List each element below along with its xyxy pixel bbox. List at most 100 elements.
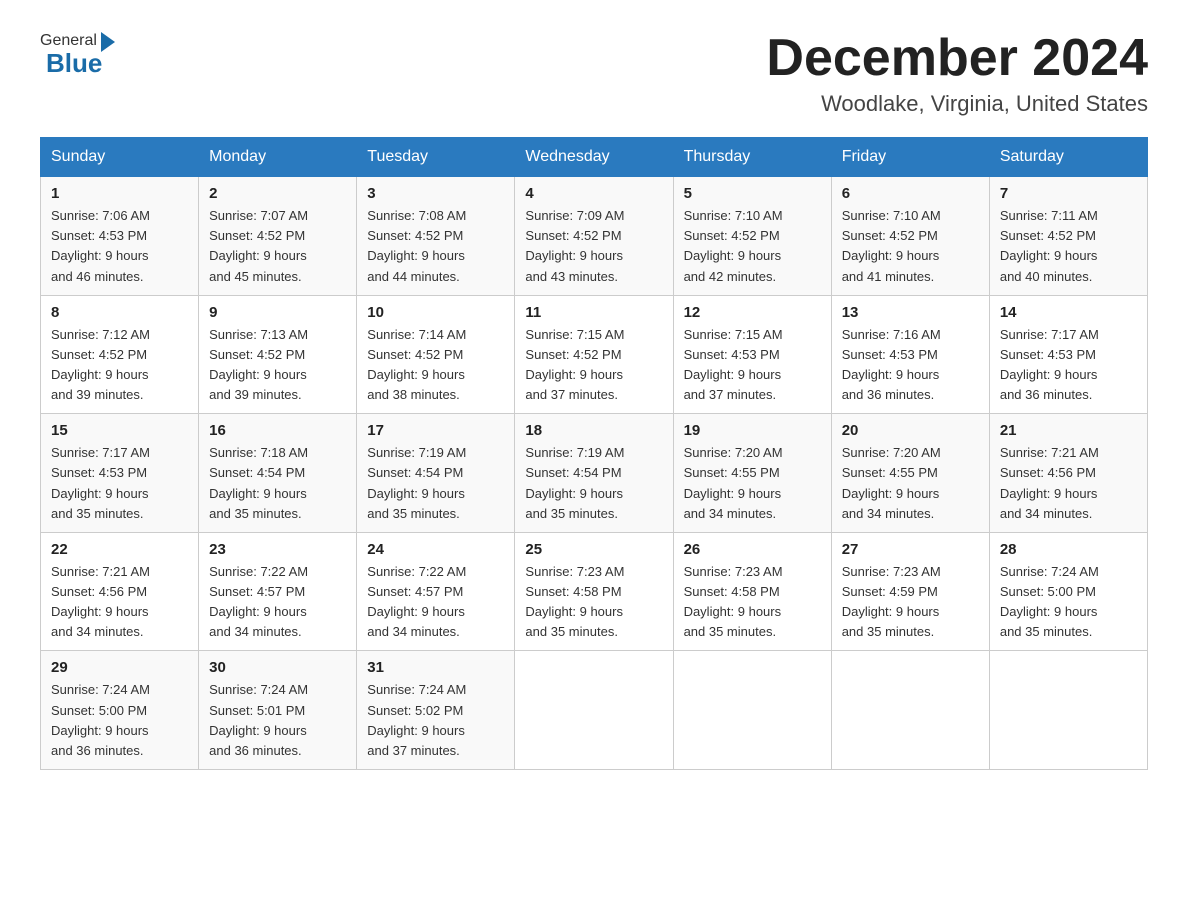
day-info: Sunrise: 7:16 AMSunset: 4:53 PMDaylight:… — [842, 325, 979, 406]
day-info: Sunrise: 7:10 AMSunset: 4:52 PMDaylight:… — [684, 206, 821, 287]
day-info: Sunrise: 7:17 AMSunset: 4:53 PMDaylight:… — [51, 443, 188, 524]
day-cell: 3 Sunrise: 7:08 AMSunset: 4:52 PMDaylight… — [357, 177, 515, 296]
day-number: 29 — [51, 659, 188, 676]
week-row-1: 1 Sunrise: 7:06 AMSunset: 4:53 PMDaylight… — [41, 177, 1148, 296]
day-number: 18 — [525, 422, 662, 439]
day-info: Sunrise: 7:24 AMSunset: 5:00 PMDaylight:… — [1000, 562, 1137, 643]
day-number: 10 — [367, 304, 504, 321]
day-cell: 15 Sunrise: 7:17 AMSunset: 4:53 PMDayligh… — [41, 414, 199, 533]
day-cell: 13 Sunrise: 7:16 AMSunset: 4:53 PMDayligh… — [831, 295, 989, 414]
day-cell: 4 Sunrise: 7:09 AMSunset: 4:52 PMDaylight… — [515, 177, 673, 296]
day-info: Sunrise: 7:19 AMSunset: 4:54 PMDaylight:… — [367, 443, 504, 524]
week-row-4: 22Sunrise: 7:21 AMSunset: 4:56 PMDayligh… — [41, 532, 1148, 651]
day-number: 21 — [1000, 422, 1137, 439]
day-cell: 27Sunrise: 7:23 AMSunset: 4:59 PMDayligh… — [831, 532, 989, 651]
day-header-sunday: Sunday — [41, 138, 199, 177]
day-cell: 20Sunrise: 7:20 AMSunset: 4:55 PMDayligh… — [831, 414, 989, 533]
day-header-tuesday: Tuesday — [357, 138, 515, 177]
day-cell: 1 Sunrise: 7:06 AMSunset: 4:53 PMDaylight… — [41, 177, 199, 296]
day-cell: 9 Sunrise: 7:13 AMSunset: 4:52 PMDaylight… — [199, 295, 357, 414]
day-info: Sunrise: 7:13 AMSunset: 4:52 PMDaylight:… — [209, 325, 346, 406]
day-cell: 21Sunrise: 7:21 AMSunset: 4:56 PMDayligh… — [989, 414, 1147, 533]
day-cell: 11 Sunrise: 7:15 AMSunset: 4:52 PMDayligh… — [515, 295, 673, 414]
day-info: Sunrise: 7:11 AMSunset: 4:52 PMDaylight:… — [1000, 206, 1137, 287]
day-info: Sunrise: 7:07 AMSunset: 4:52 PMDaylight:… — [209, 206, 346, 287]
logo-blue-text: Blue — [46, 48, 102, 78]
day-number: 4 — [525, 185, 662, 202]
day-cell: 6 Sunrise: 7:10 AMSunset: 4:52 PMDaylight… — [831, 177, 989, 296]
day-number: 15 — [51, 422, 188, 439]
day-cell — [831, 651, 989, 770]
day-number: 30 — [209, 659, 346, 676]
day-info: Sunrise: 7:06 AMSunset: 4:53 PMDaylight:… — [51, 206, 188, 287]
day-cell: 10 Sunrise: 7:14 AMSunset: 4:52 PMDayligh… — [357, 295, 515, 414]
month-title: December 2024 — [766, 30, 1148, 87]
day-info: Sunrise: 7:09 AMSunset: 4:52 PMDaylight:… — [525, 206, 662, 287]
day-cell: 8 Sunrise: 7:12 AMSunset: 4:52 PMDaylight… — [41, 295, 199, 414]
day-cell: 30 Sunrise: 7:24 AMSunset: 5:01 PMDayligh… — [199, 651, 357, 770]
day-info: Sunrise: 7:20 AMSunset: 4:55 PMDaylight:… — [684, 443, 821, 524]
day-number: 31 — [367, 659, 504, 676]
page-header: General Blue December 2024 Woodlake, Vir… — [40, 30, 1148, 117]
day-number: 26 — [684, 541, 821, 558]
day-number: 24 — [367, 541, 504, 558]
day-number: 11 — [525, 304, 662, 321]
day-info: Sunrise: 7:24 AMSunset: 5:01 PMDaylight:… — [209, 680, 346, 761]
day-cell: 26 Sunrise: 7:23 AMSunset: 4:58 PMDayligh… — [673, 532, 831, 651]
day-cell: 5Sunrise: 7:10 AMSunset: 4:52 PMDaylight… — [673, 177, 831, 296]
day-number: 1 — [51, 185, 188, 202]
day-info: Sunrise: 7:19 AMSunset: 4:54 PMDaylight:… — [525, 443, 662, 524]
day-info: Sunrise: 7:17 AMSunset: 4:53 PMDaylight:… — [1000, 325, 1137, 406]
calendar-table: SundayMondayTuesdayWednesdayThursdayFrid… — [40, 137, 1148, 770]
day-cell: 12Sunrise: 7:15 AMSunset: 4:53 PMDayligh… — [673, 295, 831, 414]
day-cell: 19 Sunrise: 7:20 AMSunset: 4:55 PMDayligh… — [673, 414, 831, 533]
day-info: Sunrise: 7:14 AMSunset: 4:52 PMDaylight:… — [367, 325, 504, 406]
day-info: Sunrise: 7:18 AMSunset: 4:54 PMDaylight:… — [209, 443, 346, 524]
logo-arrow-icon — [101, 32, 115, 52]
day-number: 17 — [367, 422, 504, 439]
day-number: 7 — [1000, 185, 1137, 202]
day-cell: 31 Sunrise: 7:24 AMSunset: 5:02 PMDayligh… — [357, 651, 515, 770]
day-cell: 18 Sunrise: 7:19 AMSunset: 4:54 PMDayligh… — [515, 414, 673, 533]
week-row-3: 15 Sunrise: 7:17 AMSunset: 4:53 PMDayligh… — [41, 414, 1148, 533]
day-info: Sunrise: 7:23 AMSunset: 4:58 PMDaylight:… — [684, 562, 821, 643]
day-header-monday: Monday — [199, 138, 357, 177]
day-number: 16 — [209, 422, 346, 439]
day-number: 28 — [1000, 541, 1137, 558]
day-info: Sunrise: 7:12 AMSunset: 4:52 PMDaylight:… — [51, 325, 188, 406]
calendar-header-row: SundayMondayTuesdayWednesdayThursdayFrid… — [41, 138, 1148, 177]
day-number: 25 — [525, 541, 662, 558]
day-number: 6 — [842, 185, 979, 202]
day-number: 13 — [842, 304, 979, 321]
day-cell — [515, 651, 673, 770]
day-cell — [673, 651, 831, 770]
day-header-saturday: Saturday — [989, 138, 1147, 177]
day-cell: 28 Sunrise: 7:24 AMSunset: 5:00 PMDayligh… — [989, 532, 1147, 651]
day-header-wednesday: Wednesday — [515, 138, 673, 177]
day-cell: 16 Sunrise: 7:18 AMSunset: 4:54 PMDayligh… — [199, 414, 357, 533]
day-number: 19 — [684, 422, 821, 439]
day-number: 8 — [51, 304, 188, 321]
day-info: Sunrise: 7:08 AMSunset: 4:52 PMDaylight:… — [367, 206, 504, 287]
day-info: Sunrise: 7:24 AMSunset: 5:00 PMDaylight:… — [51, 680, 188, 761]
day-info: Sunrise: 7:23 AMSunset: 4:58 PMDaylight:… — [525, 562, 662, 643]
day-number: 22 — [51, 541, 188, 558]
day-number: 3 — [367, 185, 504, 202]
title-section: December 2024 Woodlake, Virginia, United… — [766, 30, 1148, 117]
day-cell: 25 Sunrise: 7:23 AMSunset: 4:58 PMDayligh… — [515, 532, 673, 651]
day-info: Sunrise: 7:20 AMSunset: 4:55 PMDaylight:… — [842, 443, 979, 524]
day-info: Sunrise: 7:24 AMSunset: 5:02 PMDaylight:… — [367, 680, 504, 761]
day-cell: 23Sunrise: 7:22 AMSunset: 4:57 PMDayligh… — [199, 532, 357, 651]
day-number: 2 — [209, 185, 346, 202]
day-info: Sunrise: 7:15 AMSunset: 4:52 PMDaylight:… — [525, 325, 662, 406]
day-cell: 14Sunrise: 7:17 AMSunset: 4:53 PMDayligh… — [989, 295, 1147, 414]
day-info: Sunrise: 7:15 AMSunset: 4:53 PMDaylight:… — [684, 325, 821, 406]
week-row-5: 29 Sunrise: 7:24 AMSunset: 5:00 PMDayligh… — [41, 651, 1148, 770]
day-number: 9 — [209, 304, 346, 321]
day-header-thursday: Thursday — [673, 138, 831, 177]
day-info: Sunrise: 7:10 AMSunset: 4:52 PMDaylight:… — [842, 206, 979, 287]
logo: General Blue — [40, 30, 115, 79]
location-title: Woodlake, Virginia, United States — [766, 91, 1148, 117]
day-number: 23 — [209, 541, 346, 558]
day-cell: 2 Sunrise: 7:07 AMSunset: 4:52 PMDaylight… — [199, 177, 357, 296]
